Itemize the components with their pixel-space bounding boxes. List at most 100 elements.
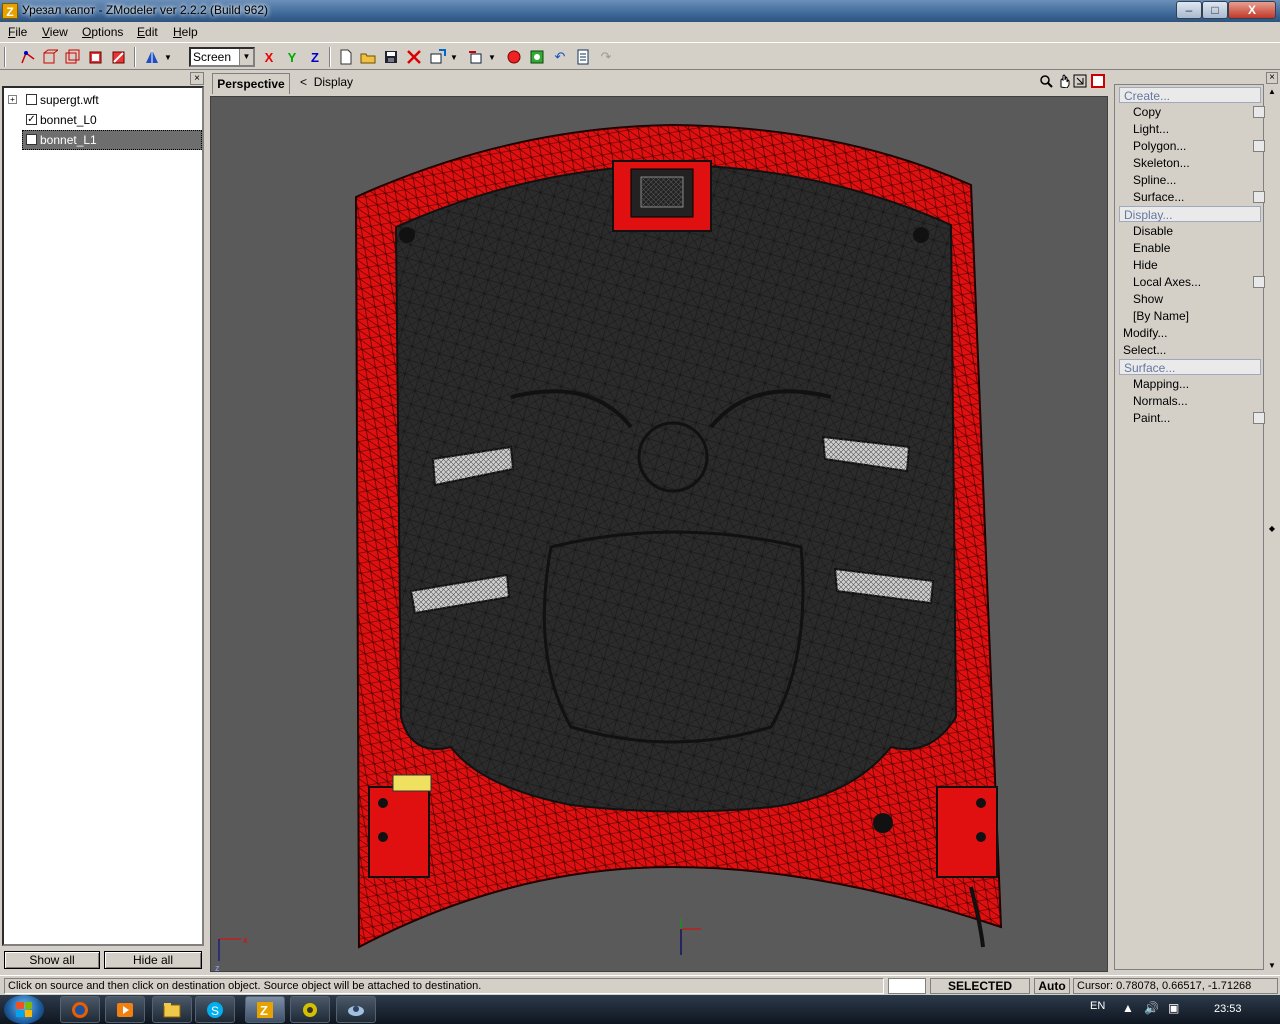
command-option-checkbox[interactable] xyxy=(1253,276,1265,288)
delete-icon[interactable] xyxy=(404,47,424,67)
menu-edit[interactable]: Edit xyxy=(137,25,158,39)
menu-view[interactable]: View xyxy=(42,25,68,39)
command-light[interactable]: Light... xyxy=(1119,121,1261,137)
volume-icon[interactable]: 🔊 xyxy=(1144,1001,1159,1015)
command-paint[interactable]: Paint... xyxy=(1119,410,1265,426)
category-create[interactable]: Create... xyxy=(1119,87,1261,103)
category-modify[interactable]: Modify... xyxy=(1119,325,1261,341)
coordinate-space-select[interactable]: Screen ▼ xyxy=(189,47,255,67)
command-option-checkbox[interactable] xyxy=(1253,140,1265,152)
tree-item-bonnet-l0[interactable]: ✓ bonnet_L0 xyxy=(4,110,202,130)
save-file-icon[interactable] xyxy=(381,47,401,67)
panel-close-icon[interactable]: × xyxy=(190,72,204,85)
menu-help[interactable]: Help xyxy=(173,25,198,39)
axis-x-toggle[interactable]: X xyxy=(259,47,279,67)
import-dropdown-icon[interactable]: ▼ xyxy=(448,47,460,67)
panel-close-icon[interactable]: × xyxy=(1266,72,1278,84)
start-button[interactable] xyxy=(4,995,44,1024)
command-hide[interactable]: Hide xyxy=(1119,257,1261,273)
command-option-checkbox[interactable] xyxy=(1253,191,1265,203)
command-option-checkbox[interactable] xyxy=(1253,412,1265,424)
status-mode[interactable]: SELECTED MODE xyxy=(930,978,1030,1007)
bonnet-wireframe-model[interactable]: x z xyxy=(211,97,1108,972)
close-button[interactable]: X xyxy=(1228,1,1276,19)
skype-taskbar-icon[interactable]: S xyxy=(195,996,235,1023)
scroll-splitter-icon[interactable]: ◆ xyxy=(1266,524,1278,536)
select-group-icon[interactable] xyxy=(86,47,106,67)
visibility-checkbox[interactable]: ✓ xyxy=(26,114,37,125)
explorer-taskbar-icon[interactable] xyxy=(152,996,192,1023)
breadcrumb-arrow[interactable]: < xyxy=(300,75,307,89)
menu-file[interactable]: File xyxy=(8,25,27,39)
command-local-axes[interactable]: Local Axes... xyxy=(1119,274,1265,290)
language-indicator[interactable]: EN xyxy=(1090,1000,1105,1012)
status-auto[interactable]: Auto xyxy=(1034,978,1070,994)
scroll-up-icon[interactable]: ▲ xyxy=(1266,86,1278,98)
visibility-checkbox[interactable] xyxy=(26,94,37,105)
show-all-button[interactable]: Show all xyxy=(4,951,100,969)
command-copy[interactable]: Copy xyxy=(1119,104,1265,120)
select-polygon-icon[interactable] xyxy=(40,47,60,67)
zmodeler-taskbar-icon[interactable]: Z xyxy=(245,996,285,1023)
category-surface[interactable]: Surface... xyxy=(1119,359,1261,375)
select-vertex-icon[interactable] xyxy=(18,47,38,67)
axis-z-toggle[interactable]: Z xyxy=(305,47,325,67)
redo-icon[interactable]: ↷ xyxy=(596,47,616,67)
new-file-icon[interactable] xyxy=(336,47,356,67)
clock[interactable]: 23:53 xyxy=(1214,1003,1242,1015)
command-spline[interactable]: Spline... xyxy=(1119,172,1261,188)
import-icon[interactable] xyxy=(428,47,448,67)
select-all-icon[interactable] xyxy=(109,47,129,67)
axis-lock-icon[interactable] xyxy=(142,47,162,67)
command-enable[interactable]: Enable xyxy=(1119,240,1261,256)
visibility-checkbox[interactable] xyxy=(26,134,37,145)
chevron-down-icon[interactable]: ▼ xyxy=(239,49,253,65)
tree-item-supergt[interactable]: + supergt.wft xyxy=(4,90,202,110)
media-player-taskbar-icon[interactable] xyxy=(105,996,145,1023)
command-polygon[interactable]: Polygon... xyxy=(1119,138,1265,154)
command-normals[interactable]: Normals... xyxy=(1119,393,1261,409)
open-file-icon[interactable] xyxy=(358,47,378,67)
axis-y-toggle[interactable]: Y xyxy=(282,47,302,67)
app-taskbar-icon[interactable] xyxy=(290,996,330,1023)
command-skeleton[interactable]: Skeleton... xyxy=(1119,155,1261,171)
perspective-viewport[interactable]: x z xyxy=(210,96,1108,972)
select-object-icon[interactable] xyxy=(62,47,82,67)
scroll-down-icon[interactable]: ▼ xyxy=(1266,960,1278,972)
expand-icon[interactable]: + xyxy=(8,95,17,104)
command-option-checkbox[interactable] xyxy=(1253,106,1265,118)
zoom-icon[interactable] xyxy=(1038,74,1054,90)
material-editor-icon[interactable] xyxy=(527,47,547,67)
export-dropdown-icon[interactable]: ▼ xyxy=(486,47,498,67)
maximize-viewport-icon[interactable] xyxy=(1072,74,1088,90)
category-select[interactable]: Select... xyxy=(1119,342,1261,358)
game-taskbar-icon[interactable] xyxy=(336,996,376,1023)
hide-all-button[interactable]: Hide all xyxy=(104,951,202,969)
command-disable[interactable]: Disable xyxy=(1119,223,1261,239)
axis-dropdown-icon[interactable]: ▼ xyxy=(162,47,174,67)
command-surface[interactable]: Surface... xyxy=(1119,189,1265,205)
command-mapping[interactable]: Mapping... xyxy=(1119,376,1261,392)
tray-expand-icon[interactable]: ▲ xyxy=(1122,1001,1134,1015)
zmodeler-app-icon[interactable]: Z xyxy=(2,3,18,19)
pan-hand-icon[interactable] xyxy=(1056,74,1072,90)
command-panel-scrollbar[interactable]: ▲ ◆ ▼ xyxy=(1266,86,1278,972)
viewport-close-icon[interactable] xyxy=(1090,74,1106,90)
svg-text:Z: Z xyxy=(260,1003,268,1018)
tree-item-bonnet-l1[interactable]: bonnet_L1 xyxy=(4,130,202,150)
command-show[interactable]: Show xyxy=(1119,291,1261,307)
breadcrumb[interactable]: < Display xyxy=(300,75,353,89)
menu-options[interactable]: Options xyxy=(82,25,123,39)
minimize-button[interactable]: – xyxy=(1176,1,1202,19)
maximize-button[interactable]: □ xyxy=(1202,1,1228,19)
network-icon[interactable]: ▣ xyxy=(1168,1001,1179,1015)
render-icon[interactable] xyxy=(504,47,524,67)
category-display[interactable]: Display... xyxy=(1119,206,1261,222)
firefox-taskbar-icon[interactable] xyxy=(60,996,100,1023)
tab-perspective[interactable]: Perspective xyxy=(212,73,290,94)
export-icon[interactable] xyxy=(466,47,486,67)
menu-view-accel: V xyxy=(42,25,50,39)
notes-icon[interactable] xyxy=(573,47,593,67)
undo-icon[interactable]: ↶ xyxy=(550,47,570,67)
command-by-name[interactable]: [By Name] xyxy=(1119,308,1261,324)
